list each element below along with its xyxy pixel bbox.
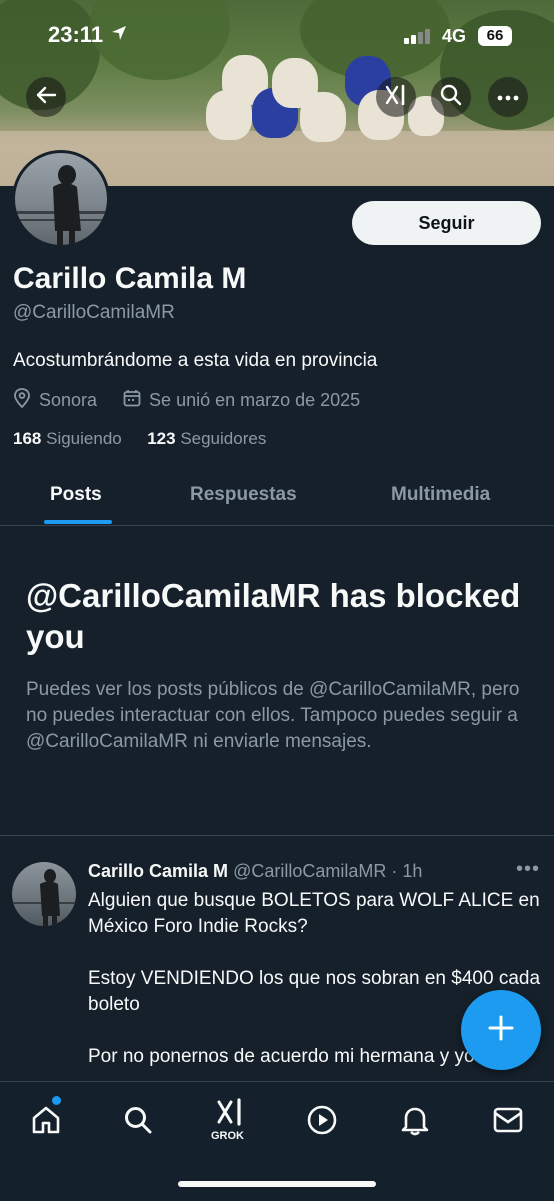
envelope-icon bbox=[493, 1107, 523, 1138]
follow-button[interactable]: Seguir bbox=[352, 201, 541, 245]
post-author[interactable]: Carillo Camila M bbox=[88, 861, 228, 881]
status-time: 23:11 bbox=[48, 22, 104, 47]
post-handle[interactable]: @CarilloCamilaMR bbox=[233, 861, 386, 881]
more-options-button[interactable] bbox=[488, 77, 528, 117]
nav-grok-label: GROK bbox=[211, 1130, 244, 1142]
profile-name: Carillo Camila M bbox=[13, 262, 247, 295]
calendar-icon bbox=[123, 389, 141, 412]
followers-link[interactable]: 123 Seguidores bbox=[147, 429, 266, 448]
profile-bio: Acostumbrándome a esta vida en provincia bbox=[13, 350, 378, 371]
profile-handle: @CarilloCamilaMR bbox=[13, 302, 175, 323]
post-more-button[interactable]: ••• bbox=[516, 858, 540, 881]
compose-button[interactable] bbox=[461, 990, 541, 1070]
home-indicator bbox=[178, 1181, 376, 1187]
nav-home[interactable] bbox=[26, 1102, 66, 1142]
followers-count: 123 bbox=[147, 429, 176, 448]
nav-messages[interactable] bbox=[488, 1102, 528, 1142]
search-icon bbox=[440, 84, 462, 111]
following-label: Siguiendo bbox=[46, 429, 122, 448]
post-body[interactable]: Alguien que busque BOLETOS para WOLF ALI… bbox=[88, 888, 543, 1096]
tab-replies[interactable]: Respuestas bbox=[190, 484, 297, 506]
play-circle-icon bbox=[306, 1104, 338, 1141]
nav-explore[interactable] bbox=[118, 1102, 158, 1142]
section-divider bbox=[0, 835, 554, 836]
followers-label: Seguidores bbox=[180, 429, 267, 448]
bell-icon bbox=[400, 1104, 430, 1141]
notification-dot bbox=[52, 1096, 61, 1105]
search-button[interactable] bbox=[431, 77, 471, 117]
grok-icon bbox=[384, 83, 408, 112]
grok-icon bbox=[214, 1096, 246, 1133]
follow-counts: 168 Siguiendo 123 Seguidores bbox=[13, 429, 266, 449]
post-avatar[interactable] bbox=[12, 862, 76, 926]
active-tab-indicator bbox=[44, 520, 112, 524]
post-time: · 1h bbox=[391, 861, 423, 881]
nav-notifications[interactable] bbox=[395, 1102, 435, 1142]
location-arrow-icon bbox=[110, 24, 128, 47]
blocked-title: @CarilloCamilaMR has blocked you bbox=[26, 577, 521, 655]
plus-icon bbox=[487, 1014, 515, 1047]
post-paragraph: Alguien que busque BOLETOS para WOLF ALI… bbox=[88, 890, 540, 937]
profile-tabs: Posts Respuestas Multimedia bbox=[0, 470, 554, 526]
status-bar: 23:11 4G 66 bbox=[0, 0, 554, 72]
network-type: 4G bbox=[442, 26, 467, 46]
following-count: 168 bbox=[13, 429, 42, 448]
profile-meta: Sonora Se unió en marzo de 2025 bbox=[13, 388, 360, 413]
following-link[interactable]: 168 Siguiendo bbox=[13, 429, 122, 448]
nav-video[interactable] bbox=[302, 1102, 342, 1142]
tab-media[interactable]: Multimedia bbox=[391, 484, 490, 506]
profile-location: Sonora bbox=[39, 390, 98, 410]
nav-grok[interactable] bbox=[210, 1094, 250, 1134]
back-button[interactable] bbox=[26, 77, 66, 117]
home-icon bbox=[30, 1104, 62, 1141]
profile-avatar[interactable] bbox=[12, 150, 110, 248]
blocked-message: Puedes ver los posts públicos de @Carill… bbox=[26, 679, 520, 752]
tab-posts[interactable]: Posts bbox=[50, 484, 102, 506]
post-header: Carillo Camila M @CarilloCamilaMR · 1h bbox=[88, 861, 422, 882]
location-pin-icon bbox=[13, 388, 31, 413]
arrow-left-icon bbox=[35, 84, 57, 111]
cellular-signal-icon bbox=[404, 28, 434, 49]
battery-indicator: 66 bbox=[478, 26, 512, 46]
grok-button[interactable] bbox=[376, 77, 416, 117]
more-horizontal-icon bbox=[497, 88, 519, 106]
profile-joined: Se unió en marzo de 2025 bbox=[149, 390, 361, 410]
search-icon bbox=[123, 1105, 153, 1140]
